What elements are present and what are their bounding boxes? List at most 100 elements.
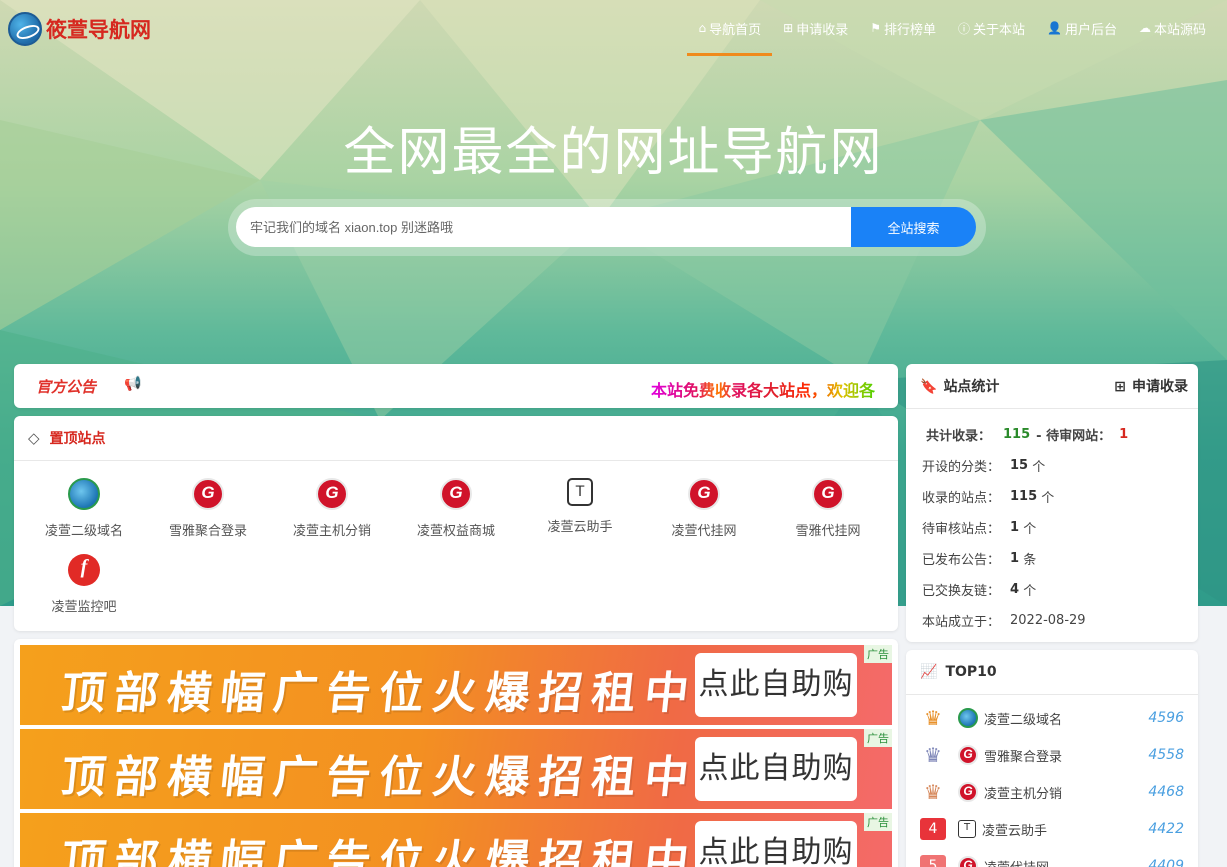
rank-name: 凌萱云助手 [982,823,1048,839]
ad-banners-card: 顶部横幅广告位火爆招租中…… 点此自助购买 广告 顶部横幅广告位火爆招租中…… … [14,639,898,867]
stat-value: 2022-08-29 [1010,613,1086,628]
rank-name: 凌萱二级域名 [984,712,1063,728]
home-icon: ⌂ [698,21,707,35]
site-link[interactable]: 凌萱代挂网 [642,478,766,539]
ad-banner[interactable]: 顶部横幅广告位火爆招租中…… 点此自助购买 广告 [20,729,892,809]
plus-square-icon: ⊞ [1114,379,1126,395]
card-title: TOP10 [945,664,997,680]
stat-value: 115 [1003,427,1031,442]
flag-icon: ⚑ [870,21,881,35]
rank-count: 4558 [1148,747,1184,763]
crown-icon: ♛ [924,743,942,767]
apply-link[interactable]: ⊞ 申请收录 [1114,376,1188,396]
ad-banner[interactable]: 顶部横幅广告位火爆招租中…… 点此自助购买 广告 [20,645,892,725]
crown-icon: ♛ [924,706,942,730]
card-header: ◇ 置顶站点 [14,416,898,461]
ad-tag: 广告 [864,813,892,831]
site-logo[interactable]: 筱萱导航网 [8,12,151,46]
site-label: 凌萱代挂网 [671,524,737,539]
nav-label: 申请收录 [796,22,849,38]
rank-number: 4 [920,818,946,840]
rank-count: 4409 [1148,858,1184,867]
logo-icon [8,12,42,46]
stat-row: 开设的分类： 15 个 [922,450,1198,481]
site-name: 筱萱导航网 [46,18,151,42]
site-link[interactable]: 凌萱监控吧 [22,554,146,615]
rank-row[interactable]: 4 凌萱云助手 4422 [920,816,1184,842]
stat-value: 15 [1010,458,1029,473]
red-g-logo-icon [688,478,720,510]
search-bar: 全站搜索 [228,199,986,256]
rank-row[interactable]: 5 凌萱代挂网 4409 [920,853,1184,867]
rank-name: 凌萱主机分销 [984,786,1063,802]
stat-summary: 共计收录： 115 - 待审网站： 1 [922,419,1198,450]
search-input[interactable] [236,207,851,247]
stat-row: 已交换友链： 4 个 [922,574,1198,605]
red-g-logo-icon [812,478,844,510]
site-link[interactable]: 凌萱主机分销 [270,478,394,539]
ad-buy-button[interactable]: 点此自助购买 [695,737,857,801]
cloud-download-icon: ☁ [1138,21,1151,35]
diamond-icon: ◇ [28,429,40,447]
site-label: 凌萱权益商城 [416,524,495,539]
stat-value: 1 [1010,551,1020,566]
nav-ranking[interactable]: ⚑ 排行榜单 [859,0,947,56]
nav-label: 排行榜单 [883,22,936,38]
stat-row: 已发布公告： 1 条 [922,543,1198,574]
card-title: 置顶站点 [49,431,106,447]
notice-card: 官方公告 📢 本站免费收录各大站点，欢迎各 [14,364,898,408]
red-g-logo-icon [316,478,348,510]
rank-count: 4596 [1148,710,1184,726]
nav-label: 本站源码 [1153,22,1206,38]
stat-row: 本站成立于： 2022-08-29 [922,605,1198,636]
ad-buy-button[interactable]: 点此自助购买 [695,653,857,717]
stat-label: - 待审网站： [1036,429,1112,444]
search-button[interactable]: 全站搜索 [851,207,976,247]
rank-row[interactable]: ♛ 凌萱二级域名 4596 [920,705,1184,731]
stat-label: 共计收录： [926,429,992,444]
red-g-logo-icon [440,478,472,510]
rank-number: 5 [920,855,946,867]
user-icon: 👤 [1047,21,1062,35]
stat-label: 已发布公告： [922,553,1001,568]
nav-about[interactable]: ⓘ 关于本站 [947,0,1036,56]
hero-title: 全网最全的网址导航网 [343,123,884,183]
tshirt-logo-icon [567,478,593,506]
stat-unit: 个 [1041,491,1055,506]
stat-unit: 条 [1023,553,1037,568]
nav-apply[interactable]: ⊞ 申请收录 [772,0,859,56]
site-label: 雪雅代挂网 [795,524,861,539]
blue-logo-icon [958,708,978,728]
card-header: 📈 TOP10 [906,650,1198,695]
nav-user[interactable]: 👤 用户后台 [1036,0,1128,56]
site-link[interactable]: 雪雅代挂网 [766,478,890,539]
red-g-logo-icon [958,782,978,802]
ad-buy-button[interactable]: 点此自助购买 [695,821,857,867]
card-title-wrap: 🔖 站点统计 [920,376,999,396]
rank-name: 凌萱代挂网 [984,857,1148,867]
stat-value: 4 [1010,582,1020,597]
rank-row[interactable]: ♛ 雪雅聚合登录 4558 [920,742,1184,768]
site-stats-card: 🔖 站点统计 ⊞ 申请收录 共计收录： 115 - 待审网站： 1 开设的分类： 1… [906,364,1198,642]
rank-count: 4468 [1148,784,1184,800]
stat-unit: 个 [1023,522,1037,537]
site-label: 凌萱云助手 [547,520,613,535]
notice-marquee[interactable]: 本站免费收录各大站点，欢迎各 [651,377,875,401]
rank-row[interactable]: ♛ 凌萱主机分销 4468 [920,779,1184,805]
tshirt-logo-icon [958,820,976,838]
nav-source[interactable]: ☁ 本站源码 [1128,0,1217,56]
site-link[interactable]: 凌萱云助手 [518,478,642,535]
top10-card: 📈 TOP10 ♛ 凌萱二级域名 4596 ♛ 雪雅聚合登录 4558 ♛ 凌萱… [906,650,1198,867]
red-g-logo-icon [958,856,978,867]
site-link[interactable]: 凌萱权益商城 [394,478,518,539]
notice-label: 官方公告 [36,378,97,396]
site-link[interactable]: 凌萱二级域名 [22,478,146,539]
ad-banner[interactable]: 顶部横幅广告位火爆招租中…… 点此自助购买 广告 [20,813,892,867]
nav-home[interactable]: ⌂ 导航首页 [687,0,772,56]
site-label: 凌萱监控吧 [51,600,117,615]
stat-value: 1 [1119,427,1129,442]
pinned-sites-card: ◇ 置顶站点 凌萱二级域名 雪雅聚合登录 凌萱主机分销 凌萱权益商城 凌萱云助手… [14,416,898,631]
bookmark-icon: 🔖 [920,379,938,395]
red-f-logo-icon [68,554,100,586]
site-link[interactable]: 雪雅聚合登录 [146,478,270,539]
